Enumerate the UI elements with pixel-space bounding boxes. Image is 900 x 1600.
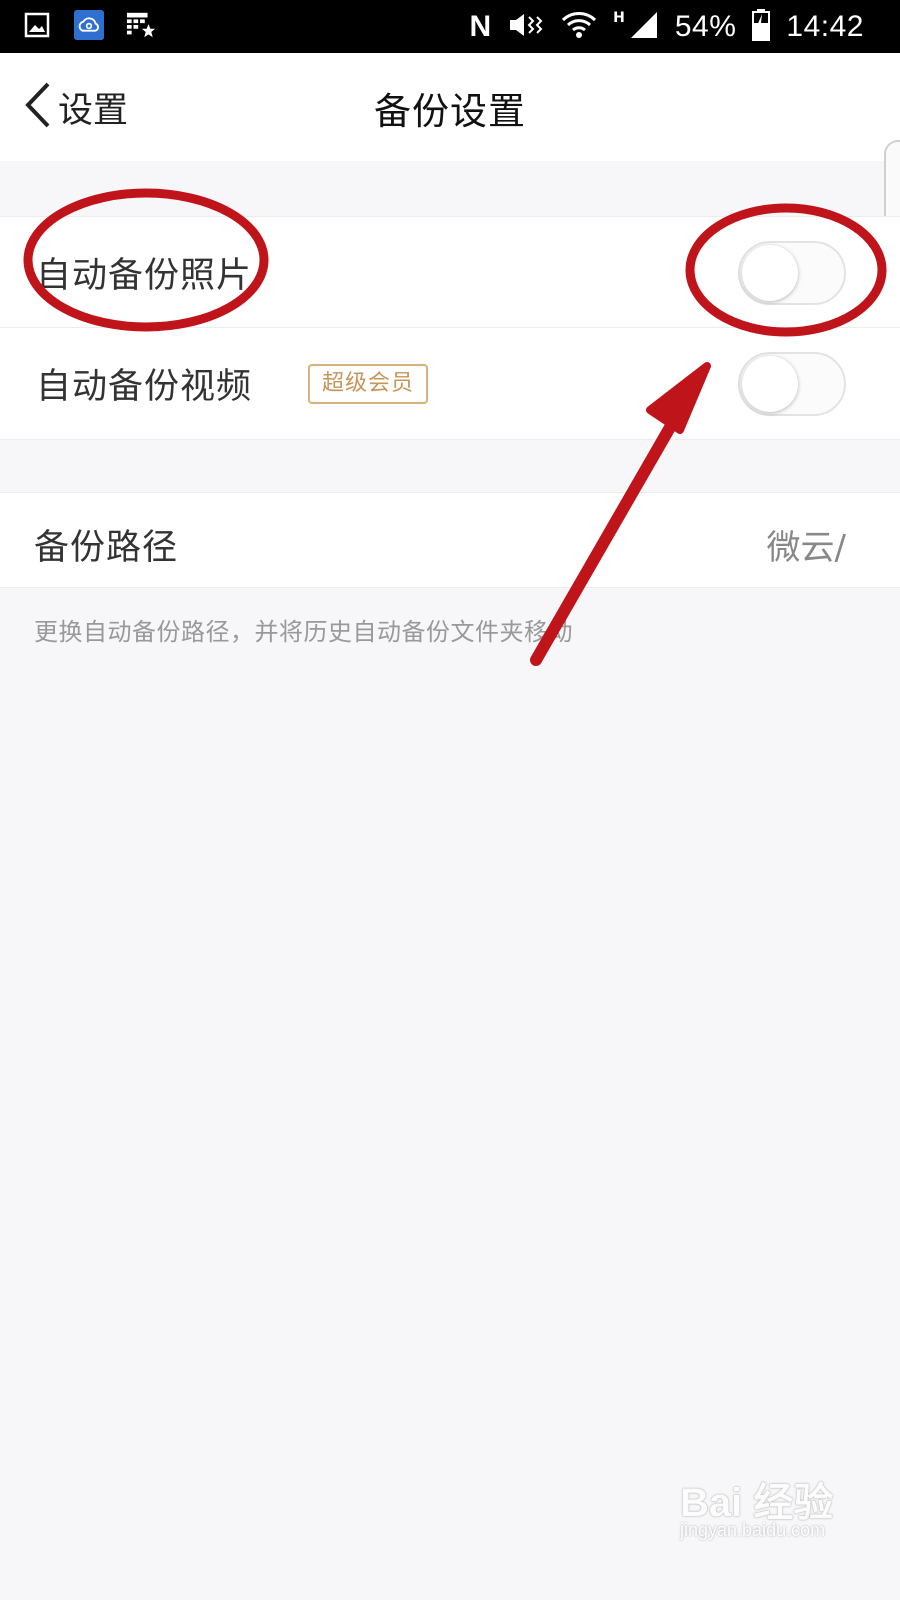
vibrate-icon bbox=[507, 10, 545, 44]
backup-path-value: 微云/ bbox=[766, 528, 846, 568]
backup-path-group: 备份路径 微云/ bbox=[0, 492, 900, 588]
toggle-knob bbox=[742, 356, 798, 412]
notification-icons bbox=[22, 10, 156, 40]
auto-photo-row[interactable]: 自动备份照片 bbox=[0, 217, 900, 327]
super-vip-badge: 超级会员 bbox=[308, 364, 429, 404]
clock: 14:42 bbox=[786, 10, 864, 43]
auto-video-row[interactable]: 自动备份视频 超级会员 bbox=[0, 327, 900, 438]
auto-photo-label: 自动备份照片 bbox=[36, 256, 253, 296]
backup-path-row[interactable]: 备份路径 微云/ bbox=[0, 493, 900, 587]
status-bar: N H 54% 14:42 bbox=[0, 0, 900, 53]
backup-path-hint: 更换自动备份路径，并将历史自动备份文件夹移动 bbox=[34, 618, 573, 646]
auto-video-label: 自动备份视频 bbox=[36, 367, 253, 407]
watermark-url: jingyan.baidu.com bbox=[680, 1520, 826, 1540]
battery-percent: 54% bbox=[674, 10, 737, 43]
network-type: H bbox=[613, 10, 625, 26]
toggle-knob bbox=[742, 245, 798, 301]
page-title: 备份设置 bbox=[374, 90, 526, 133]
backup-path-label: 备份路径 bbox=[34, 528, 179, 568]
gallery-icon bbox=[22, 10, 52, 40]
nfc-icon: N bbox=[469, 10, 492, 43]
nav-bar: 设置 备份设置 bbox=[0, 53, 900, 161]
battery-icon bbox=[752, 9, 771, 45]
system-icons: N H 54% 14:42 bbox=[469, 6, 864, 48]
auto-video-toggle[interactable] bbox=[738, 352, 846, 416]
calendar-star-icon bbox=[126, 10, 156, 40]
wifi-icon bbox=[561, 9, 597, 45]
auto-backup-group: 自动备份照片 自动备份视频 超级会员 bbox=[0, 216, 900, 440]
weiyun-cloud-icon bbox=[74, 10, 104, 40]
signal-icon bbox=[629, 10, 659, 44]
auto-photo-toggle[interactable] bbox=[738, 241, 846, 305]
baidu-jingyan-watermark: Bai 经验 jingyan.baidu.com bbox=[680, 1470, 870, 1560]
